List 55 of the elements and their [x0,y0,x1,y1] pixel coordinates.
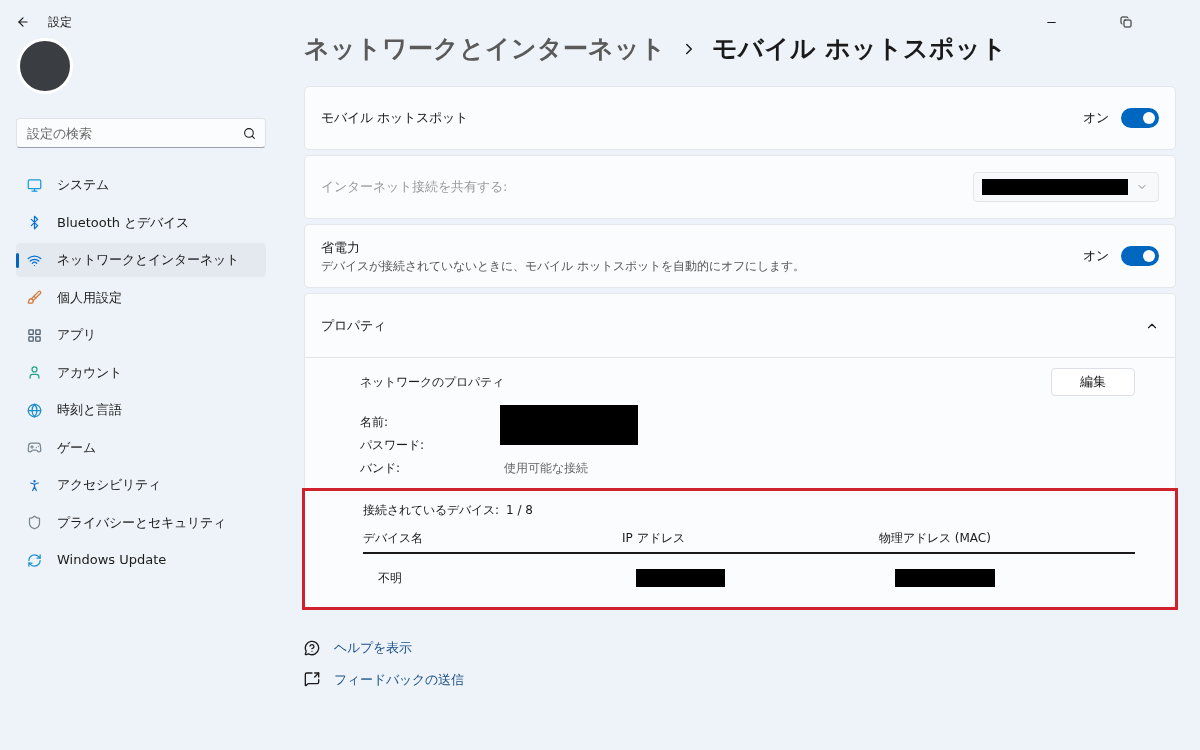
gamepad-icon [27,440,42,455]
column-header: IP アドレス [622,530,686,547]
field-label: バンド: [360,460,402,477]
devices-count: 1 / 8 [506,502,533,519]
setting-label: インターネット接続を共有する: [321,178,509,197]
field-value: 使用可能な接続 [503,460,589,477]
nav-item[interactable]: 個人用設定 [16,280,266,315]
connection-dropdown[interactable] [973,172,1159,202]
nav-item[interactable]: システム [16,168,266,202]
section-title: プロパティ [321,316,387,335]
search-icon [243,127,256,140]
field-label: パスワード: [360,437,426,454]
search-field[interactable]: 設定の検索 [16,118,266,148]
page-title: モバイル ホットスポット [712,33,1007,66]
setting-label: モバイル ホットスポット [321,109,470,128]
nav-item[interactable]: 時刻と言語 [16,393,266,427]
nav-item[interactable]: アプリ [16,318,266,352]
help-icon [304,639,320,656]
help-link[interactable]: ヘルプを表示 [334,638,412,658]
toggle-switch[interactable] [1121,108,1159,128]
nav-item[interactable]: Windows Update [16,543,266,577]
table-cell-text: 不明 [377,570,403,587]
monitor-icon [27,177,42,193]
field-label: 名前: [360,414,390,431]
setting-description: デバイスが接続されていないときに、モバイル ホットスポットを自動的にオフにします。 [321,257,806,274]
brush-icon [27,290,42,305]
globe-icon [27,402,42,418]
nav-item[interactable]: Bluetooth とデバイス [16,205,266,240]
wifi-icon [27,252,42,268]
subsection-title: ネットワークのプロパティ [360,374,504,391]
toggle-state: オン [1083,109,1109,128]
nav-item[interactable]: アクセシビリティ [16,468,266,502]
nav-item[interactable]: プライバシーとセキュリティ [16,505,266,540]
edit-button[interactable]: 編集 [1051,368,1135,396]
apps-icon [27,327,42,343]
back-icon[interactable] [16,15,30,29]
devices-label: 接続されているデバイス: [363,502,501,519]
toggle-switch[interactable] [1121,246,1159,266]
column-header: デバイス名 [363,530,424,547]
avatar [17,38,73,94]
update-icon [27,552,42,568]
help-link[interactable]: フィードバックの送信 [334,669,464,689]
toggle-state: オン [1083,247,1109,266]
restore-icon[interactable] [1120,16,1132,28]
window-title: 設定 [48,14,72,31]
accessibility-icon [27,477,42,493]
breadcrumb-link[interactable]: ネットワークとインターネット [304,30,666,68]
nav-item[interactable]: アカウント [16,355,266,390]
nav-item[interactable]: ネットワークとインターネット [16,243,266,277]
shield-icon [27,515,42,530]
nav-item[interactable]: ゲーム [16,430,266,465]
user-icon [27,365,42,380]
feedback-icon [304,671,320,688]
setting-label: 省電力 [321,239,361,258]
column-header: 物理アドレス (MAC) [879,530,992,547]
